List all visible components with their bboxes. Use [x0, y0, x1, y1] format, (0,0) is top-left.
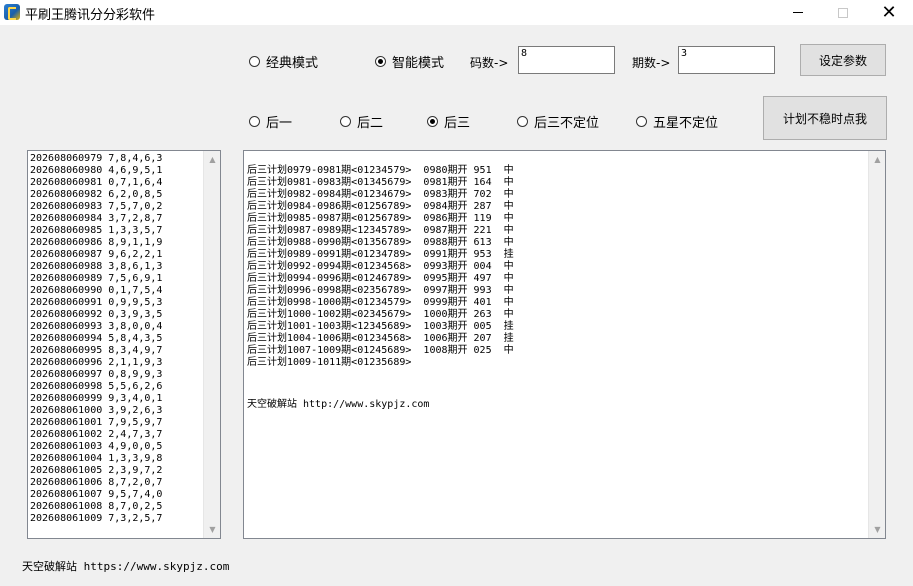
radio-last-two[interactable]: 后二	[340, 112, 383, 131]
list-item[interactable]: 202608060991 0,9,9,5,3	[30, 297, 162, 309]
maximize-icon	[838, 7, 848, 18]
plan-line: 后三计划0989-0991期<01234789> 0991期开 953 挂	[247, 249, 514, 260]
list-item[interactable]: 202608061007 9,5,7,4,0	[30, 489, 162, 501]
plan-line: 后三计划0994-0996期<01246789> 0995期开 497 中	[247, 273, 514, 284]
list-item[interactable]: 202608060980 4,6,9,5,1	[30, 165, 162, 177]
plan-line: 后三计划1001-1003期<12345689> 1003期开 005 挂	[247, 321, 514, 332]
list-item[interactable]: 202608060979 7,8,4,6,3	[30, 153, 162, 165]
minimize-icon	[793, 12, 803, 13]
radio-smart-mode[interactable]: 智能模式	[375, 52, 444, 71]
list-item[interactable]: 202608060983 7,5,7,0,2	[30, 201, 162, 213]
scroll-up-icon[interactable]: ▲	[869, 151, 885, 168]
list-item[interactable]: 202608061001 7,9,5,9,7	[30, 417, 162, 429]
plan-line: 后三计划0981-0983期<01345679> 0981期开 164 中	[247, 177, 514, 188]
plan-watermark: 天空破解站 http://www.skypjz.com	[247, 399, 430, 410]
plan-line: 后三计划1009-1011期<01235689>	[247, 357, 412, 368]
minimize-button[interactable]	[775, 0, 821, 25]
history-scrollbar[interactable]: ▲ ▼	[203, 151, 220, 538]
plan-line: 后三计划0998-1000期<01234579> 0999期开 401 中	[247, 297, 514, 308]
list-item[interactable]: 202608060984 3,7,2,8,7	[30, 213, 162, 225]
plan-line: 后三计划1004-1006期<01234568> 1006期开 207 挂	[247, 333, 514, 344]
radio-last-three[interactable]: 后三	[427, 112, 470, 131]
code-count-field[interactable]: 8	[518, 46, 615, 74]
radio-label: 后三不定位	[534, 116, 600, 131]
radio-label: 后一	[266, 116, 293, 131]
plan-line: 后三计划0992-0994期<01234568> 0993期开 004 中	[247, 261, 514, 272]
plan-lines: 后三计划0979-0981期<01234579> 0980期开 951 中后三计…	[247, 165, 514, 369]
radio-label: 后二	[357, 116, 384, 131]
list-item[interactable]: 202608060985 1,3,3,5,7	[30, 225, 162, 237]
radio-classic-mode[interactable]: 经典模式	[249, 52, 318, 71]
list-item[interactable]: 202608060994 5,8,4,3,5	[30, 333, 162, 345]
list-item[interactable]: 202608061000 3,9,2,6,3	[30, 405, 162, 417]
list-item[interactable]: 202608060986 8,9,1,1,9	[30, 237, 162, 249]
list-item[interactable]: 202608060997 0,8,9,9,3	[30, 369, 162, 381]
list-item[interactable]: 202608060992 0,3,9,3,5	[30, 309, 162, 321]
radio-icon	[249, 116, 260, 127]
list-item[interactable]: 202608061009 7,3,2,5,7	[30, 513, 162, 525]
plan-line: 后三计划0982-0984期<01234679> 0983期开 702 中	[247, 189, 514, 200]
list-item[interactable]: 202608060990 0,1,7,5,4	[30, 285, 162, 297]
plan-output-area[interactable]: 后三计划0979-0981期<01234579> 0980期开 951 中后三计…	[243, 150, 886, 539]
radio-label: 后三	[444, 116, 471, 131]
list-item[interactable]: 202608060987 9,6,2,2,1	[30, 249, 162, 261]
set-params-button[interactable]: 设定参数	[800, 44, 886, 76]
radio-icon	[375, 56, 386, 67]
radio-five-star-unfixed[interactable]: 五星不定位	[636, 112, 718, 131]
plan-line: 后三计划0987-0989期<12345789> 0987期开 221 中	[247, 225, 514, 236]
list-item[interactable]: 202608061003 4,9,0,0,5	[30, 441, 162, 453]
list-item[interactable]: 202608060996 2,1,1,9,3	[30, 357, 162, 369]
plan-line: 后三计划0988-0990期<01356789> 0988期开 613 中	[247, 237, 514, 248]
radio-icon	[517, 116, 528, 127]
radio-icon	[636, 116, 647, 127]
plan-line: 后三计划0996-0998期<02356789> 0997期开 993 中	[247, 285, 514, 296]
plan-line: 后三计划1000-1002期<02345679> 1000期开 263 中	[247, 309, 514, 320]
draw-history-list[interactable]: 202608060979 7,8,4,6,3 202608060980 4,6,9…	[27, 150, 221, 539]
radio-label: 经典模式	[266, 56, 319, 71]
list-item[interactable]: 202608060995 8,3,4,9,7	[30, 345, 162, 357]
list-item[interactable]: 202608060982 6,2,0,8,5	[30, 189, 162, 201]
radio-icon	[340, 116, 351, 127]
list-item[interactable]: 202608061004 1,3,3,9,8	[30, 453, 162, 465]
period-count-label: 期数->	[632, 56, 671, 70]
list-item[interactable]: 202608061005 2,3,9,7,2	[30, 465, 162, 477]
plan-line: 后三计划1007-1009期<01245689> 1008期开 025 中	[247, 345, 514, 356]
period-count-field[interactable]: 3	[678, 46, 775, 74]
radio-icon	[427, 116, 438, 127]
scroll-up-icon[interactable]: ▲	[204, 151, 220, 168]
list-item[interactable]: 202608061002 2,4,7,3,7	[30, 429, 162, 441]
list-item[interactable]: 202608061006 8,7,2,0,7	[30, 477, 162, 489]
radio-label: 五星不定位	[653, 116, 719, 131]
close-button[interactable]: ✕	[866, 0, 912, 25]
list-item[interactable]: 202608060999 9,3,4,0,1	[30, 393, 162, 405]
list-item[interactable]: 202608060993 3,8,0,0,4	[30, 321, 162, 333]
radio-last-one[interactable]: 后一	[249, 112, 292, 131]
scroll-down-icon[interactable]: ▼	[869, 521, 885, 538]
plan-line: 后三计划0985-0987期<01256789> 0986期开 119 中	[247, 213, 514, 224]
list-item[interactable]: 202608060981 0,7,1,6,4	[30, 177, 162, 189]
list-item[interactable]: 202608061008 8,7,0,2,5	[30, 501, 162, 513]
scroll-down-icon[interactable]: ▼	[204, 521, 220, 538]
footer-text: 天空破解站 https://www.skypjz.com	[22, 560, 230, 573]
plan-line: 后三计划0979-0981期<01234579> 0980期开 951 中	[247, 165, 514, 176]
maximize-button[interactable]	[820, 0, 866, 25]
list-item[interactable]: 202608060998 5,5,6,2,6	[30, 381, 162, 393]
plan-line: 后三计划0984-0986期<01256789> 0984期开 287 中	[247, 201, 514, 212]
code-count-label: 码数->	[470, 56, 509, 70]
window-title: 平刷王腾讯分分彩软件	[25, 8, 156, 23]
plan-scrollbar[interactable]: ▲ ▼	[868, 151, 885, 538]
app-logo-icon	[4, 4, 20, 20]
list-item[interactable]: 202608060988 3,8,6,1,3	[30, 261, 162, 273]
history-rows: 202608060979 7,8,4,6,3 202608060980 4,6,9…	[30, 153, 162, 525]
list-item[interactable]: 202608060989 7,5,6,9,1	[30, 273, 162, 285]
unstable-plan-button[interactable]: 计划不稳时点我	[763, 96, 887, 140]
title-bar: 平刷王腾讯分分彩软件 ✕	[0, 0, 913, 25]
radio-label: 智能模式	[392, 56, 445, 71]
radio-last-three-unfixed[interactable]: 后三不定位	[517, 112, 599, 131]
radio-icon	[249, 56, 260, 67]
